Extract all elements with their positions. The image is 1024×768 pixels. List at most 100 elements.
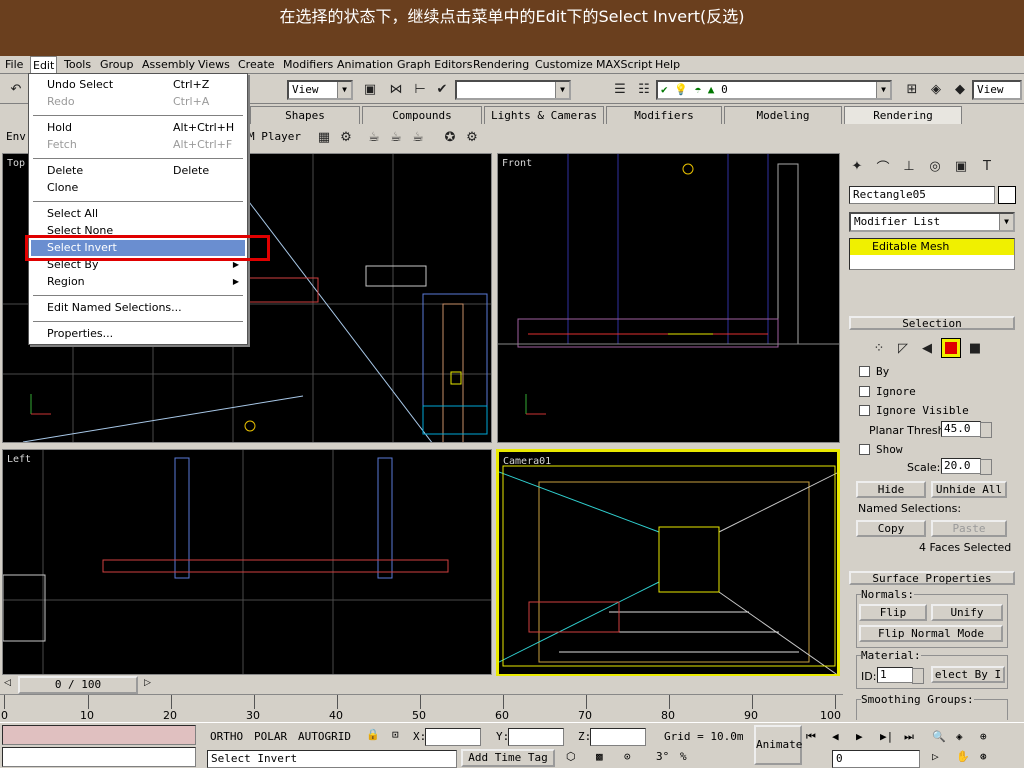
gear-icon[interactable]: ⚙ — [462, 127, 482, 147]
hierarchy-icon[interactable]: ⊥ — [899, 156, 919, 176]
menu-item-delete[interactable]: Delete Delete — [31, 163, 245, 179]
flip-normal-mode-button[interactable]: Flip Normal Mode — [859, 625, 1003, 642]
viewport-label[interactable]: Left — [7, 454, 31, 465]
maxscript-input[interactable] — [2, 747, 196, 767]
tab-compounds[interactable]: Compounds — [362, 106, 482, 124]
current-frame-field[interactable]: 0 — [832, 750, 920, 768]
render-setup-icon[interactable]: ⚙ — [336, 127, 356, 147]
player-label[interactable]: M Player — [248, 130, 301, 143]
utilities-icon[interactable]: T — [977, 156, 997, 176]
chevron-left-icon[interactable]: ◁ — [4, 678, 11, 688]
show-normals-checkbox[interactable] — [859, 444, 870, 455]
menu-modifiers[interactable]: Modifiers — [281, 56, 335, 74]
env-label[interactable]: Env — [6, 130, 26, 143]
menu-tools[interactable]: Tools — [62, 56, 93, 74]
edge-icon[interactable]: ◸ — [893, 338, 913, 358]
time-slider-thumb[interactable]: 0 / 100 — [18, 676, 138, 694]
snap-icon[interactable]: ⊙ — [624, 750, 631, 763]
reference-coord-combo[interactable]: View ▼ — [287, 80, 353, 100]
ignore-visible-checkbox[interactable] — [859, 405, 870, 416]
goto-end-icon[interactable]: ⏭ — [904, 730, 914, 744]
menu-assembly[interactable]: Assembly — [140, 56, 197, 74]
unhide-all-button[interactable]: Unhide All — [931, 481, 1007, 498]
menu-customize[interactable]: Customize — [533, 56, 595, 74]
viewport-label[interactable]: Front — [502, 158, 532, 169]
field-of-view-icon[interactable]: ▷ — [932, 750, 939, 763]
track-bar-ruler[interactable]: 0 10 20 30 40 50 60 70 80 90 100 — [0, 694, 843, 722]
display-icon[interactable]: ▣ — [951, 156, 971, 176]
z-coord-field[interactable] — [590, 728, 646, 746]
animate-button[interactable]: Animate — [754, 725, 802, 765]
align-icon[interactable]: ⊢ — [410, 79, 430, 99]
menu-create[interactable]: Create — [236, 56, 277, 74]
object-name-field[interactable]: Rectangle05 — [849, 186, 995, 204]
create-icon[interactable]: ✦ — [847, 156, 867, 176]
menu-item-select-all[interactable]: Select All — [31, 206, 245, 222]
transform-mode-icon[interactable]: ⊡ — [392, 728, 399, 741]
crossing-icon[interactable]: ▩ — [596, 750, 603, 763]
viewport-front[interactable]: Front — [497, 153, 840, 443]
modifier-list-combo[interactable]: Modifier List ▼ — [849, 212, 1015, 232]
teapot-icon[interactable]: ☕ — [364, 127, 384, 147]
angle-snap-icon[interactable]: 3° — [656, 750, 669, 763]
teapot-icon[interactable]: ☕ — [408, 127, 428, 147]
flip-button[interactable]: Flip — [859, 604, 927, 621]
tab-shapes[interactable]: Shapes — [250, 106, 360, 124]
menu-item-hold[interactable]: Hold Alt+Ctrl+H — [31, 120, 245, 136]
viewport-label[interactable]: Top — [7, 158, 25, 169]
menu-item-edit-named-selections[interactable]: Edit Named Selections... — [31, 300, 245, 316]
menu-item-region[interactable]: Region ▶ — [31, 274, 245, 290]
face-icon[interactable]: ◀ — [917, 338, 937, 358]
undo-icon[interactable]: ↶ — [6, 79, 26, 99]
by-vertex-checkbox[interactable] — [859, 366, 870, 377]
render-icon[interactable]: ◆ — [950, 79, 970, 99]
material-id-spinner[interactable]: 1 — [877, 667, 924, 684]
menu-group[interactable]: Group — [98, 56, 136, 74]
select-by-id-button[interactable]: elect By I — [931, 666, 1005, 683]
zoom-all-icon[interactable]: ◈ — [956, 730, 963, 743]
layer-combo[interactable]: ✔ 💡 ☂ ▲ 0 ▼ — [656, 80, 892, 100]
chevron-right-icon[interactable]: ▷ — [144, 678, 151, 688]
menu-rendering[interactable]: Rendering — [471, 56, 531, 74]
ignore-backfacing-checkbox[interactable] — [859, 386, 870, 397]
viewport-camera[interactable]: Camera01 — [496, 449, 840, 677]
menu-views[interactable]: Views — [196, 56, 232, 74]
named-sel-icon[interactable]: ✔ — [432, 79, 452, 99]
ortho-toggle[interactable]: ORTHO — [210, 730, 243, 743]
schematic-icon[interactable]: ⊞ — [902, 79, 922, 99]
modify-icon[interactable]: ⌒ — [873, 156, 893, 176]
menu-item-fetch[interactable]: Fetch Alt+Ctrl+F — [31, 137, 245, 153]
rollout-surface-properties-title[interactable]: Surface Properties — [849, 571, 1015, 585]
tab-lights-cameras[interactable]: Lights & Cameras — [484, 106, 604, 124]
menu-item-redo[interactable]: Redo Ctrl+A — [31, 94, 245, 110]
vertex-icon[interactable]: ⁘ — [869, 338, 889, 358]
copy-button[interactable]: Copy — [856, 520, 926, 537]
viewport-left[interactable]: Left — [2, 449, 492, 675]
teapot-icon[interactable]: ☕ — [386, 127, 406, 147]
hide-button[interactable]: Hide — [856, 481, 926, 498]
menu-graph-editors[interactable]: Graph Editors — [395, 56, 475, 74]
add-time-tag-button[interactable]: Add Time Tag — [461, 749, 555, 767]
percent-snap-icon[interactable]: % — [680, 750, 687, 763]
menu-help[interactable]: Help — [653, 56, 682, 74]
y-coord-field[interactable] — [508, 728, 564, 746]
menu-file[interactable]: File — [3, 56, 25, 74]
play-icon[interactable]: ▶ — [856, 730, 863, 743]
pan-icon[interactable]: ✋ — [956, 750, 970, 763]
maxscript-listener[interactable] — [2, 725, 196, 745]
goto-start-icon[interactable]: ⏮ — [806, 730, 816, 744]
environment-icon[interactable]: ✪ — [440, 127, 460, 147]
layer-icon[interactable]: ☰ — [610, 79, 630, 99]
scale-spinner[interactable]: 20.0 — [941, 458, 992, 475]
polar-toggle[interactable]: POLAR — [254, 730, 287, 743]
tab-modifiers[interactable]: Modifiers — [606, 106, 722, 124]
orbit-icon[interactable]: ⊛ — [980, 750, 987, 763]
next-frame-icon[interactable]: ▶| — [880, 730, 893, 743]
selection-lock-icon[interactable]: ⬡ — [566, 750, 576, 763]
rollout-selection-title[interactable]: Selection — [849, 316, 1015, 330]
prev-frame-icon[interactable]: ◀ — [832, 730, 839, 743]
tab-modeling[interactable]: Modeling — [724, 106, 842, 124]
layers-icon[interactable]: ☷ — [634, 79, 654, 99]
mirror-icon[interactable]: ⋈ — [386, 79, 406, 99]
unify-button[interactable]: Unify — [931, 604, 1003, 621]
